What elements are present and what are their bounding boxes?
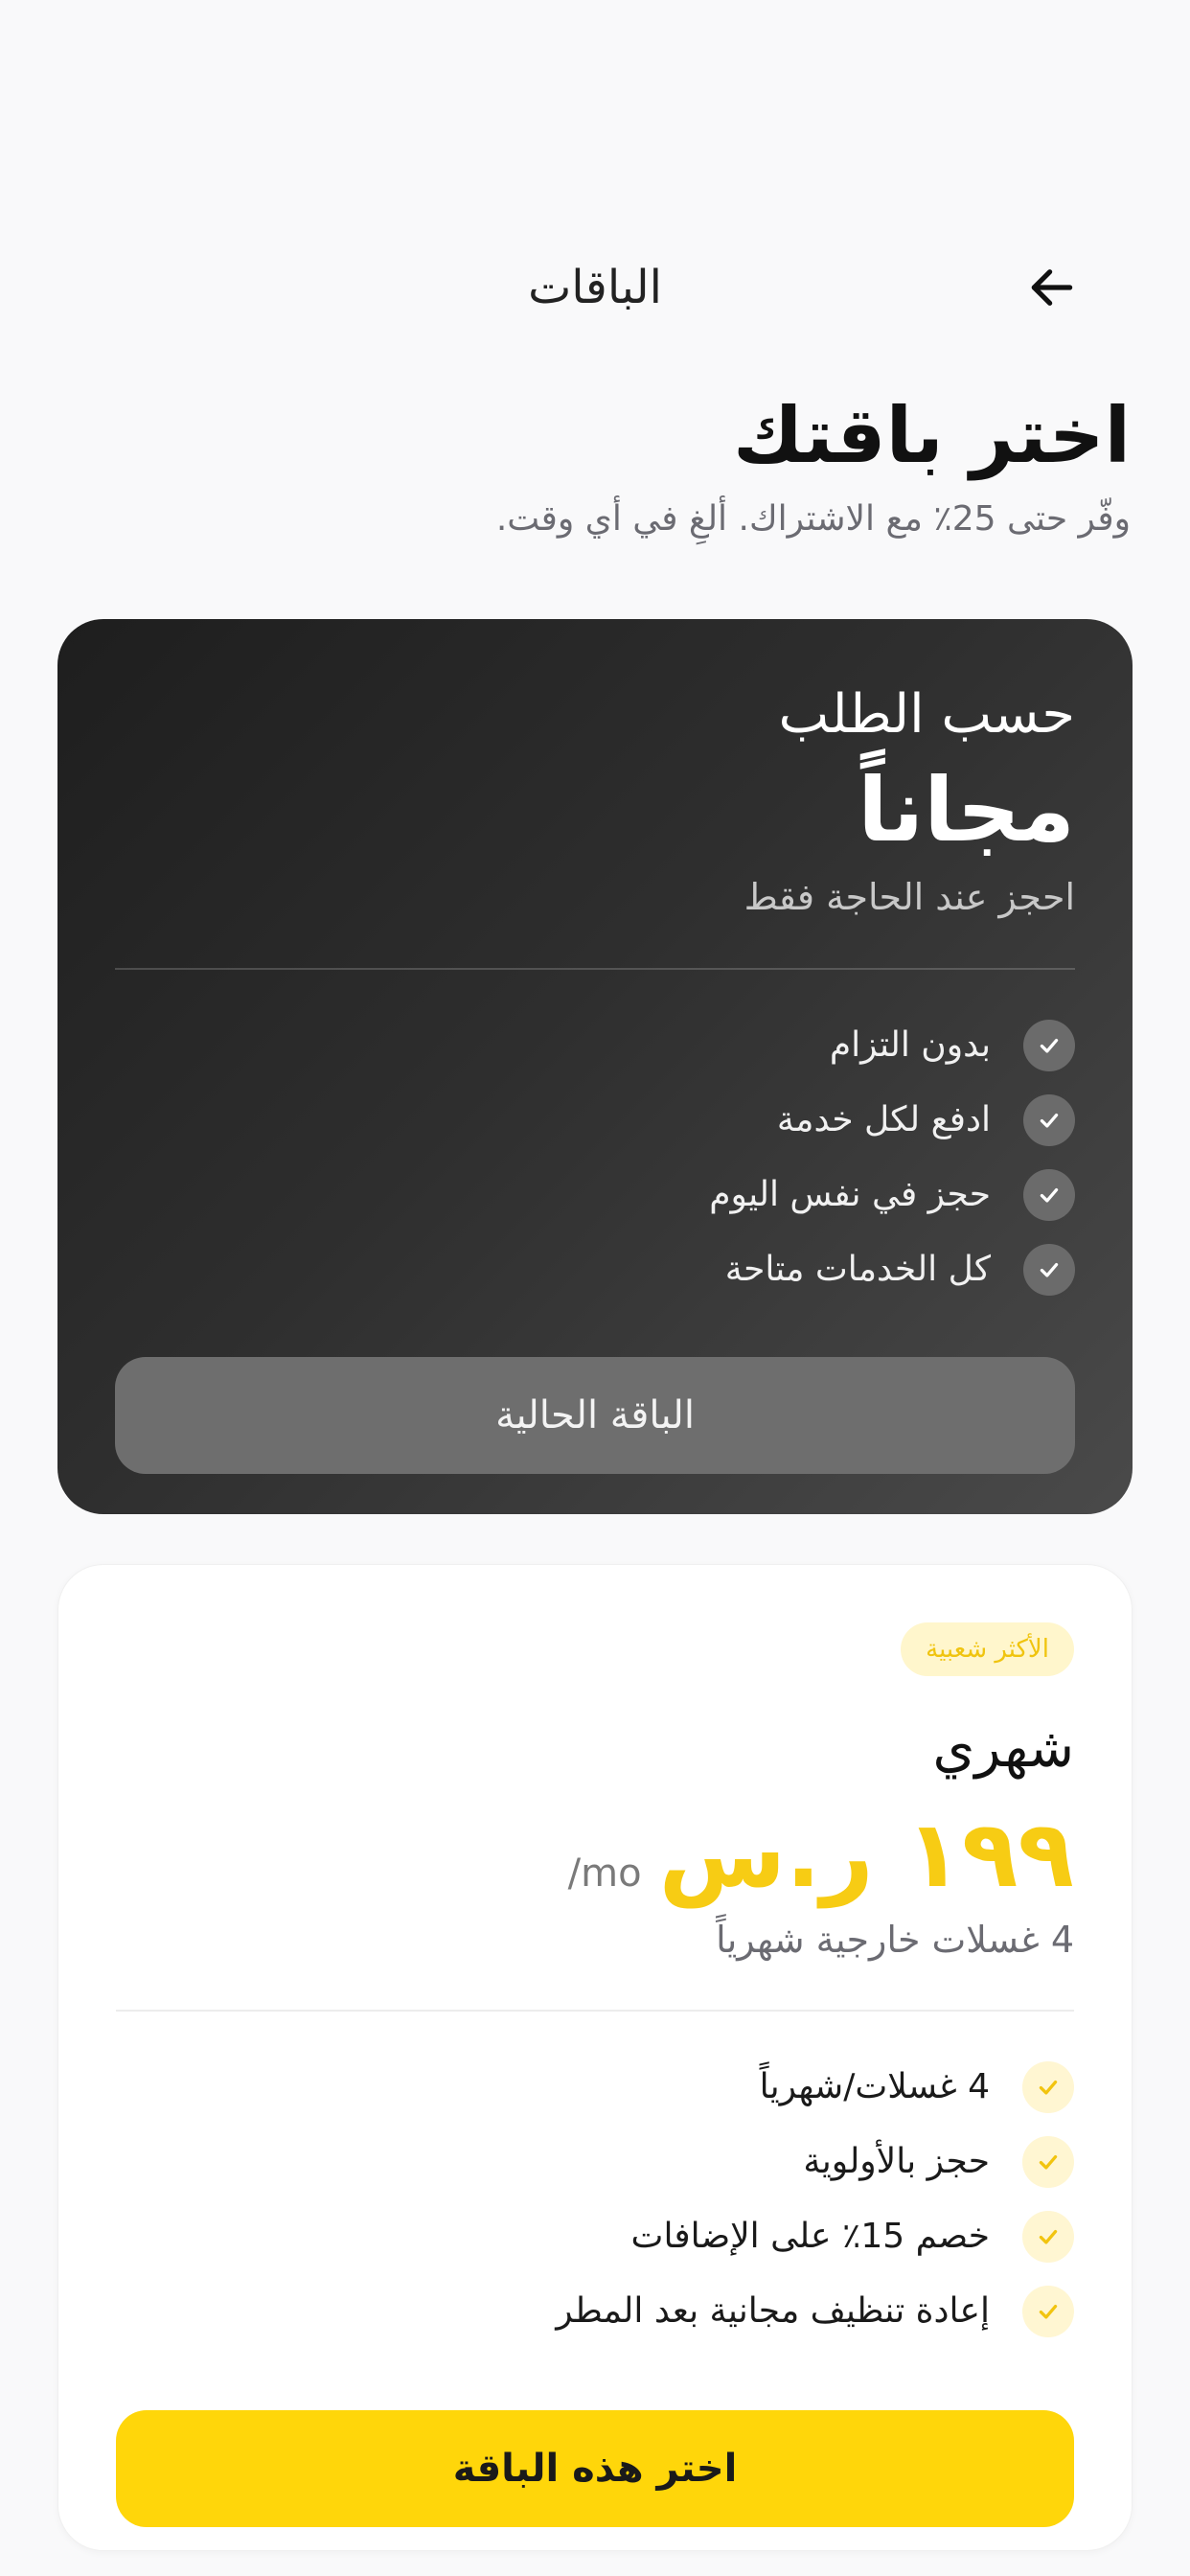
page-header-title: الباقات bbox=[528, 261, 662, 314]
plan-price: مجاناً bbox=[858, 759, 1075, 862]
feature-item: إعادة تنظيف مجانية بعد المطر bbox=[116, 2274, 1074, 2349]
check-icon bbox=[1022, 2211, 1074, 2263]
feature-item: حجز بالأولوية bbox=[116, 2125, 1074, 2199]
plan-description: احجز عند الحاجة فقط bbox=[744, 876, 1075, 918]
plan-name: شهري bbox=[932, 1717, 1074, 1780]
feature-label: حجز بالأولوية bbox=[803, 2142, 990, 2181]
feature-label: ادفع لكل خدمة bbox=[776, 1100, 991, 1139]
page-subtitle: وفّر حتى 25٪ مع الاشتراك. ألغِ في أي وقت… bbox=[495, 499, 1131, 539]
plan-price: ١٩٩ ر.س bbox=[658, 1801, 1074, 1908]
price-unit: /mo bbox=[567, 1852, 642, 1896]
plan-name: حسب الطلب bbox=[778, 683, 1075, 746]
plan-card-on-demand: حسب الطلب مجاناً احجز عند الحاجة فقط بدو… bbox=[57, 619, 1133, 1514]
check-icon bbox=[1023, 1020, 1075, 1071]
feature-label: كل الخدمات متاحة bbox=[724, 1250, 991, 1289]
back-button[interactable] bbox=[1014, 249, 1090, 326]
feature-label: 4 غسلات/شهرياً bbox=[759, 2067, 990, 2106]
check-icon bbox=[1022, 2061, 1074, 2113]
arrow-left-icon bbox=[1031, 269, 1073, 306]
check-icon bbox=[1022, 2286, 1074, 2337]
feature-label: خصم 15٪ على الإضافات bbox=[630, 2217, 990, 2256]
plan-card-monthly: الأكثر شعبية شهري ١٩٩ ر.س /mo 4 غسلات خا… bbox=[57, 1564, 1133, 2551]
feature-item: 4 غسلات/شهرياً bbox=[116, 2050, 1074, 2125]
check-icon bbox=[1023, 1169, 1075, 1221]
divider bbox=[115, 968, 1075, 970]
feature-label: حجز في نفس اليوم bbox=[709, 1175, 991, 1214]
feature-item: خصم 15٪ على الإضافات bbox=[116, 2199, 1074, 2274]
price-row: ١٩٩ ر.س /mo bbox=[116, 1797, 1074, 1912]
feature-item: كل الخدمات متاحة bbox=[115, 1232, 1075, 1307]
choose-plan-button[interactable]: اختر هذه الباقة bbox=[116, 2410, 1074, 2527]
feature-label: بدون التزام bbox=[829, 1025, 991, 1065]
feature-list: 4 غسلات/شهرياً حجز بالأولوية خصم 15٪ على… bbox=[116, 2050, 1074, 2349]
feature-label: إعادة تنظيف مجانية بعد المطر bbox=[556, 2291, 990, 2331]
feature-item: حجز في نفس اليوم bbox=[115, 1158, 1075, 1232]
current-plan-button[interactable]: الباقة الحالية bbox=[115, 1357, 1075, 1474]
page-title: اختر باقتك bbox=[733, 391, 1131, 480]
divider bbox=[116, 2010, 1074, 2012]
check-icon bbox=[1022, 2136, 1074, 2188]
check-icon bbox=[1023, 1094, 1075, 1146]
page-heading: اختر باقتك وفّر حتى 25٪ مع الاشتراك. ألغ… bbox=[57, 383, 1131, 546]
top-bar: الباقات bbox=[0, 230, 1190, 345]
plan-description: 4 غسلات خارجية شهرياً bbox=[716, 1919, 1074, 1961]
feature-list: بدون التزام ادفع لكل خدمة حجز في نفس الي… bbox=[115, 1008, 1075, 1307]
feature-item: بدون التزام bbox=[115, 1008, 1075, 1083]
feature-item: ادفع لكل خدمة bbox=[115, 1083, 1075, 1158]
popular-badge: الأكثر شعبية bbox=[901, 1622, 1074, 1676]
check-icon bbox=[1023, 1244, 1075, 1296]
